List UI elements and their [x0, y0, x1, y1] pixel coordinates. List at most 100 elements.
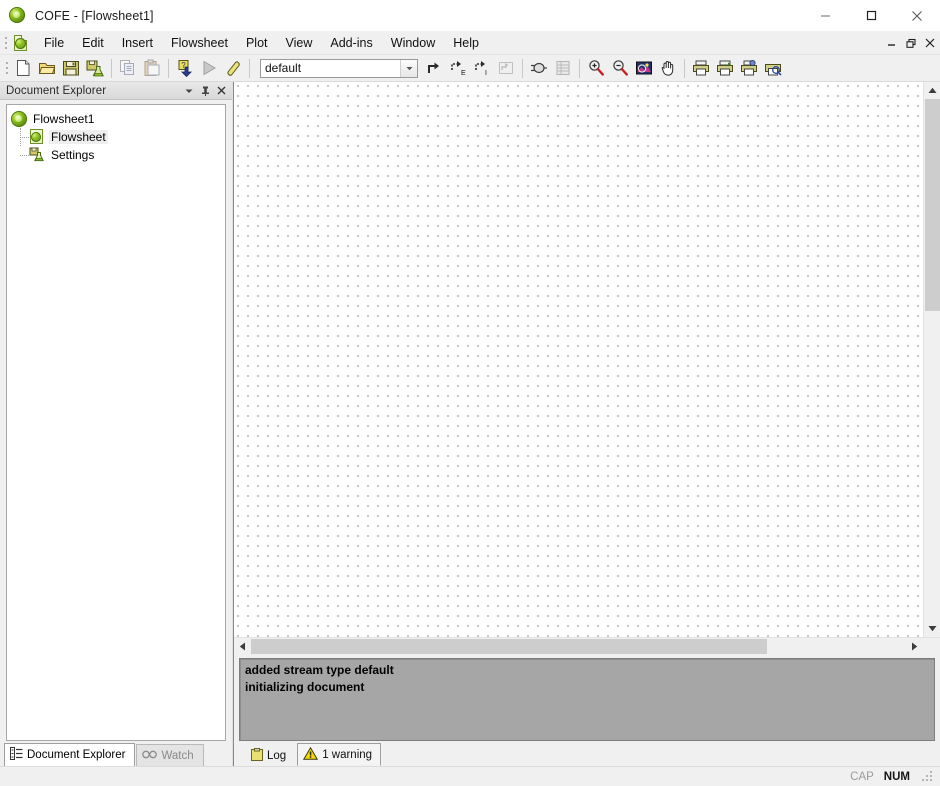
- information-stream-icon[interactable]: I: [470, 57, 494, 80]
- flowsheet-canvas[interactable]: [234, 82, 923, 637]
- menu-edit[interactable]: Edit: [73, 33, 113, 53]
- window-controls: [802, 0, 940, 31]
- mdi-close-icon[interactable]: [924, 36, 936, 50]
- unit-op-oval-icon[interactable]: [527, 57, 551, 80]
- print-icon[interactable]: [689, 57, 713, 80]
- stream-type-combo[interactable]: default: [260, 58, 418, 78]
- scroll-up-icon[interactable]: [924, 82, 940, 99]
- menu-plot[interactable]: Plot: [237, 33, 277, 53]
- toolbar-drag-grip[interactable]: [3, 56, 11, 80]
- paste-icon[interactable]: [140, 57, 164, 80]
- print-area-icon[interactable]: [761, 57, 785, 80]
- print-preview-icon[interactable]: [713, 57, 737, 80]
- open-document-icon[interactable]: [35, 57, 59, 80]
- pan-hand-icon[interactable]: [656, 57, 680, 80]
- maximize-icon[interactable]: [848, 0, 894, 31]
- menu-add-ins[interactable]: Add-ins: [321, 33, 381, 53]
- print-setup-icon[interactable]: [737, 57, 761, 80]
- vertical-scrollbar-thumb[interactable]: [925, 99, 940, 311]
- close-icon[interactable]: [213, 83, 229, 99]
- save-as-flask-icon[interactable]: [83, 57, 107, 80]
- menu-help[interactable]: Help: [444, 33, 488, 53]
- flowsheet-editor: added stream type default initializing d…: [233, 82, 940, 766]
- scroll-down-icon[interactable]: [924, 620, 940, 637]
- vertical-scrollbar-track[interactable]: [924, 311, 940, 620]
- scroll-right-icon[interactable]: [906, 638, 923, 655]
- save-document-icon[interactable]: [59, 57, 83, 80]
- flowsheet-document-icon: [29, 129, 46, 145]
- toolbar-separator: [522, 58, 523, 78]
- watch-glasses-icon: [142, 749, 158, 763]
- toolbar-separator: [111, 58, 112, 78]
- tree-item-settings[interactable]: Settings: [11, 146, 221, 164]
- menu-flowsheet[interactable]: Flowsheet: [162, 33, 237, 53]
- menu-bar: File Edit Insert Flowsheet Plot View Add…: [0, 31, 940, 55]
- horizontal-scrollbar-track[interactable]: [767, 638, 906, 654]
- tab-watch[interactable]: Watch: [136, 744, 204, 766]
- mdi-restore-icon[interactable]: [905, 36, 917, 50]
- table-icon[interactable]: [551, 57, 575, 80]
- zoom-in-icon[interactable]: [584, 57, 608, 80]
- settings-flask-icon: [29, 147, 46, 163]
- scrollbar-corner: [923, 638, 940, 654]
- menu-file[interactable]: File: [35, 33, 73, 53]
- minimize-icon[interactable]: [802, 0, 848, 31]
- chevron-down-icon[interactable]: [181, 83, 197, 99]
- pin-icon[interactable]: [197, 83, 213, 99]
- document-orb-icon[interactable]: [11, 33, 31, 53]
- run-icon[interactable]: [197, 57, 221, 80]
- document-explorer-dock: Document Explorer Flowsheet1 Flowsheet S…: [0, 82, 233, 766]
- main-toolbar: ? default E I: [0, 55, 940, 82]
- stream-icon[interactable]: [422, 57, 446, 80]
- stream-type-value[interactable]: default: [261, 61, 400, 75]
- new-document-icon[interactable]: [11, 57, 35, 80]
- tab-label: Watch: [161, 749, 194, 762]
- tab-label: Log: [267, 749, 287, 762]
- import-icon[interactable]: ?: [173, 57, 197, 80]
- horizontal-scrollbar[interactable]: [234, 637, 940, 655]
- unit-operation-icon[interactable]: [494, 57, 518, 80]
- copy-icon[interactable]: [116, 57, 140, 80]
- toolbar-separator: [684, 58, 685, 78]
- warning-triangle-icon: [303, 746, 319, 763]
- tree-item-label: Settings: [51, 148, 95, 162]
- window-title: COFE - [Flowsheet1]: [35, 8, 154, 23]
- svg-text:E: E: [461, 70, 466, 77]
- main-area: Document Explorer Flowsheet1 Flowsheet S…: [0, 82, 940, 766]
- horizontal-scrollbar-thumb[interactable]: [251, 639, 767, 654]
- tab-document-explorer[interactable]: Document Explorer: [4, 743, 136, 766]
- mdi-minimize-icon[interactable]: [886, 36, 898, 50]
- status-caps-lock: CAP: [850, 770, 874, 783]
- dock-tab-strip: Document Explorer Watch: [0, 741, 232, 766]
- menu-view[interactable]: View: [277, 33, 322, 53]
- scroll-left-icon[interactable]: [234, 638, 251, 655]
- tab-label: 1 warning: [322, 748, 373, 761]
- toolbar-separator: [579, 58, 580, 78]
- document-tree[interactable]: Flowsheet1 Flowsheet Settings: [6, 104, 226, 741]
- energy-stream-icon[interactable]: E: [446, 57, 470, 80]
- svg-text:I: I: [485, 70, 487, 77]
- tree-item-flowsheet[interactable]: Flowsheet: [11, 128, 221, 146]
- tab-warnings[interactable]: 1 warning: [297, 743, 382, 766]
- menu-drag-grip[interactable]: [2, 31, 10, 55]
- log-clipboard-icon: [251, 747, 263, 764]
- vertical-scrollbar[interactable]: [923, 82, 940, 637]
- menu-items: File Edit Insert Flowsheet Plot View Add…: [35, 33, 488, 53]
- resize-grip-icon[interactable]: [922, 770, 934, 783]
- menu-window[interactable]: Window: [382, 33, 444, 53]
- log-output[interactable]: added stream type default initializing d…: [239, 658, 935, 741]
- cofe-orb-icon: [11, 111, 28, 127]
- zoom-out-icon[interactable]: [608, 57, 632, 80]
- zoom-fit-icon[interactable]: [632, 57, 656, 80]
- canvas-wrap: [234, 82, 940, 637]
- dock-title: Document Explorer: [6, 84, 107, 97]
- eraser-icon[interactable]: [221, 57, 245, 80]
- close-icon[interactable]: [894, 0, 940, 31]
- tab-label: Document Explorer: [27, 749, 126, 761]
- title-bar: COFE - [Flowsheet1]: [0, 0, 940, 31]
- log-line: initializing document: [245, 680, 365, 694]
- chevron-down-icon[interactable]: [400, 59, 417, 77]
- tree-item-flowsheet1[interactable]: Flowsheet1: [11, 110, 221, 128]
- tab-log[interactable]: Log: [245, 745, 296, 766]
- menu-insert[interactable]: Insert: [113, 33, 162, 53]
